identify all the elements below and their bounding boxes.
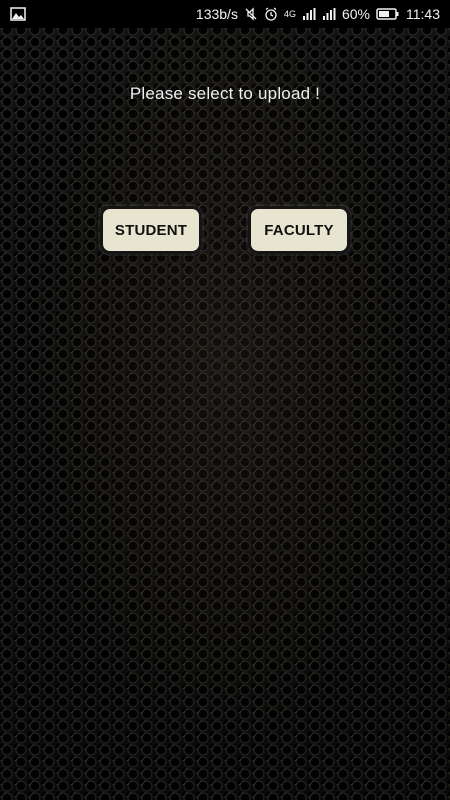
status-bar: 133b/s 4G 60% 11:43 xyxy=(0,0,450,28)
status-left xyxy=(10,7,26,21)
faculty-button[interactable]: FACULTY xyxy=(248,206,350,254)
alarm-icon xyxy=(264,7,278,21)
status-right: 133b/s 4G 60% 11:43 xyxy=(196,6,440,22)
silent-icon xyxy=(244,7,258,21)
clock: 11:43 xyxy=(406,6,440,22)
battery-icon xyxy=(376,7,400,21)
network-type: 4G xyxy=(283,9,296,19)
signal-bars-icon xyxy=(322,7,336,21)
upload-prompt: Please select to upload ! xyxy=(129,84,321,103)
student-button[interactable]: STUDENT xyxy=(100,206,202,254)
battery-percent: 60% xyxy=(341,6,370,22)
image-icon xyxy=(10,7,26,21)
signal-icon xyxy=(302,7,316,21)
network-speed: 133b/s xyxy=(195,6,238,22)
hex-pattern-background xyxy=(0,0,450,800)
